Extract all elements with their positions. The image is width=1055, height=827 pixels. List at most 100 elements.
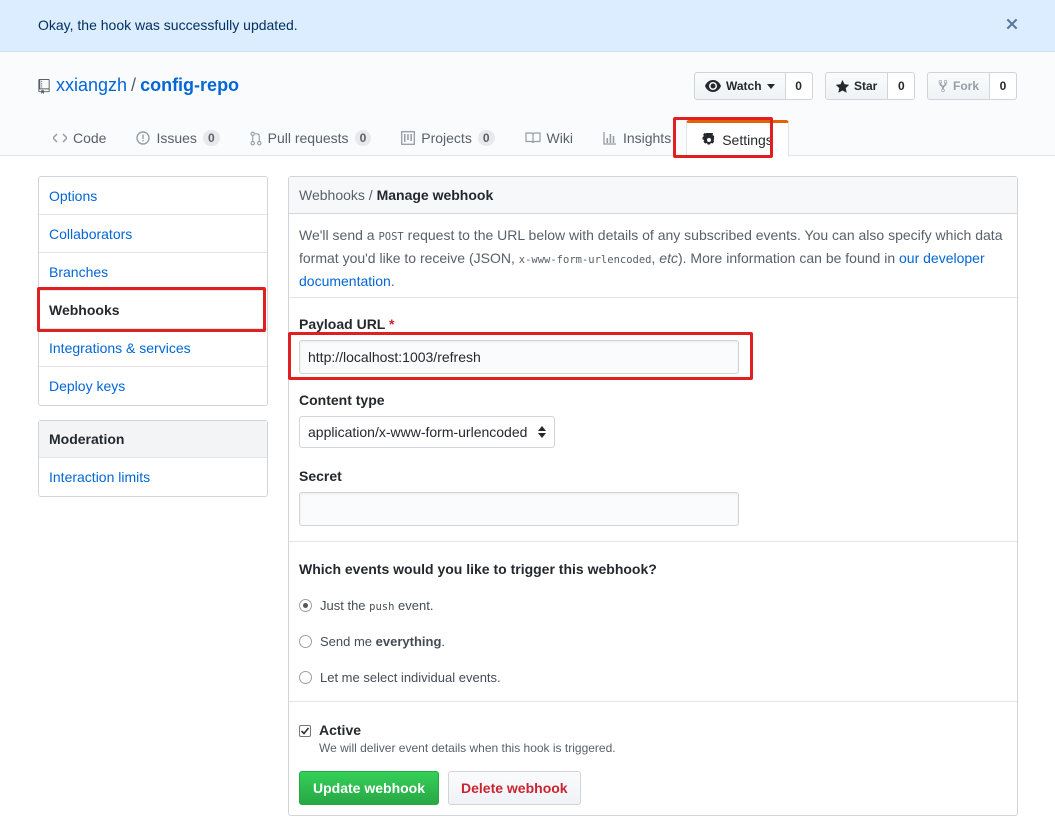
intro-code-format: x-www-form-urlencoded [518, 254, 652, 266]
intro-code-post: POST [378, 231, 404, 243]
payload-url-label-text: Payload URL [299, 316, 386, 332]
star-icon [836, 79, 849, 93]
event-option-label: Let me select individual events. [320, 670, 501, 685]
caret-down-icon [766, 83, 775, 89]
payload-url-input[interactable]: http://localhost:1003/refresh [299, 340, 739, 374]
flash-message: Okay, the hook was successfully updated. [38, 17, 298, 33]
watch-label: Watch [726, 79, 762, 93]
intro-part: We'll send a [299, 227, 379, 243]
star-button[interactable]: Star [825, 72, 889, 100]
tab-insights-label: Insights [622, 130, 672, 146]
webhook-form-box: Webhooks / Manage webhook We'll send a P… [288, 176, 1018, 816]
tab-pull-requests[interactable]: Pull requests 0 [235, 120, 387, 156]
sidebar-item-collaborators[interactable]: Collaborators [39, 215, 267, 253]
gear-icon [702, 133, 715, 145]
tab-code[interactable]: Code [38, 120, 121, 156]
tab-issues[interactable]: Issues 0 [121, 120, 234, 156]
check-icon [300, 727, 310, 735]
sidebar-item-integrations[interactable]: Integrations & services [39, 329, 267, 367]
intro-text: We'll send a POST request to the URL bel… [289, 214, 1017, 298]
tab-projects[interactable]: Projects 0 [386, 120, 509, 156]
event-option-push[interactable]: Just the push event. [299, 598, 433, 613]
watch-count[interactable]: 0 [785, 72, 813, 100]
event-text: . [441, 634, 446, 649]
star-label: Star [854, 79, 878, 93]
event-text: Send me [320, 634, 376, 649]
settings-menu: Options Collaborators Branches Webhooks … [38, 176, 268, 406]
content-type-label: Content type [299, 392, 385, 408]
radio-individual[interactable] [299, 671, 312, 684]
repo-nav-tabs: Code Issues 0 Pull requests 0 Projects 0… [38, 120, 789, 157]
secret-label: Secret [299, 468, 342, 484]
page-title: Manage webhook [376, 187, 494, 203]
fork-group: Fork 0 [927, 72, 1018, 100]
moderation-menu: Moderation Interaction limits [38, 420, 268, 497]
radio-everything[interactable] [299, 635, 312, 648]
tab-pull-requests-count: 0 [354, 130, 372, 146]
tab-projects-label: Projects [421, 130, 472, 146]
pull-request-icon [250, 131, 262, 145]
tab-issues-count: 0 [202, 130, 220, 146]
tab-projects-count: 0 [477, 130, 495, 146]
sidebar-item-deploy-keys[interactable]: Deploy keys [39, 367, 267, 405]
form-fields: Payload URL * http://localhost:1003/refr… [289, 298, 1017, 542]
event-option-label: Send me everything. [320, 634, 445, 649]
intro-etc: etc [659, 250, 678, 266]
sidebar-item-interaction-limits[interactable]: Interaction limits [39, 458, 267, 496]
intro-part: . [390, 273, 395, 289]
active-note: We will deliver event details when this … [319, 741, 616, 755]
issue-icon [136, 131, 151, 145]
delete-webhook-button[interactable]: Delete webhook [448, 771, 581, 805]
watch-button[interactable]: Watch [694, 72, 786, 100]
tab-settings-label: Settings [722, 132, 773, 148]
code-icon [53, 133, 67, 143]
event-option-label: Just the push event. [320, 598, 433, 613]
secret-input[interactable] [299, 492, 739, 526]
radio-push[interactable] [299, 599, 312, 612]
star-group: Star 0 [825, 72, 916, 100]
active-row: Active We will deliver event details whe… [299, 722, 616, 755]
tab-wiki-label: Wiki [546, 130, 573, 146]
star-count[interactable]: 0 [888, 72, 916, 100]
active-checkbox[interactable] [299, 725, 311, 737]
repo-title: xxiangzh / config-repo [56, 75, 239, 96]
event-text: Just the [320, 598, 370, 613]
watch-group: Watch 0 [694, 72, 813, 100]
tab-settings[interactable]: Settings [686, 120, 789, 157]
repo-owner-link[interactable]: xxiangzh [56, 75, 127, 95]
content-type-value: application/x-www-form-urlencoded [308, 424, 528, 440]
sidebar-item-branches[interactable]: Branches [39, 253, 267, 291]
content-type-select[interactable]: application/x-www-form-urlencoded [299, 416, 555, 448]
tab-wiki[interactable]: Wiki [510, 120, 588, 156]
project-icon [401, 131, 416, 145]
payload-url-label: Payload URL * [299, 316, 394, 332]
fork-count[interactable]: 0 [990, 72, 1018, 100]
events-section: Which events would you like to trigger t… [289, 543, 1017, 702]
repo-separator: / [131, 75, 137, 95]
active-label: Active [319, 722, 362, 738]
tab-code-label: Code [73, 130, 107, 146]
close-icon[interactable] [1002, 15, 1022, 35]
fork-icon [938, 79, 948, 93]
fork-button[interactable]: Fork [927, 72, 991, 100]
flash-banner: Okay, the hook was successfully updated. [0, 0, 1055, 52]
sidebar-item-options[interactable]: Options [39, 177, 267, 215]
repo-icon [38, 79, 50, 94]
box-header: Webhooks / Manage webhook [289, 177, 1017, 214]
event-code: push [369, 601, 395, 613]
event-text: event. [394, 598, 434, 613]
event-option-everything[interactable]: Send me everything. [299, 634, 445, 649]
events-question: Which events would you like to trigger t… [299, 561, 657, 577]
sidebar-item-webhooks[interactable]: Webhooks [39, 291, 267, 329]
tab-pull-requests-label: Pull requests [267, 130, 349, 146]
repo-name-link[interactable]: config-repo [140, 75, 239, 95]
update-webhook-button[interactable]: Update webhook [299, 771, 440, 805]
event-option-individual[interactable]: Let me select individual events. [299, 670, 501, 685]
fork-label: Fork [953, 79, 980, 93]
required-marker: * [389, 316, 395, 332]
event-bold: everything [375, 634, 442, 649]
breadcrumb[interactable]: Webhooks / [299, 187, 373, 203]
graph-icon [603, 132, 616, 145]
tab-insights[interactable]: Insights [588, 120, 686, 156]
repo-header: xxiangzh / config-repo Watch 0 Star 0 Fork… [0, 52, 1055, 157]
